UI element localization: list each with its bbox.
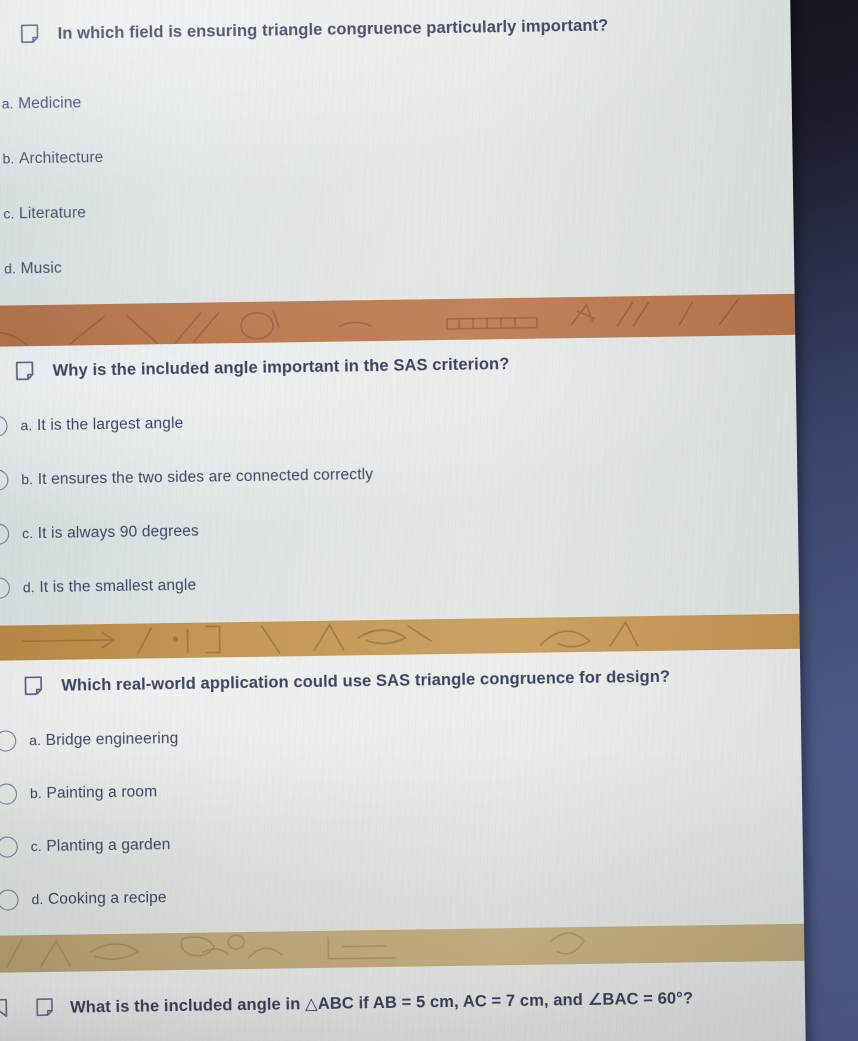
option-label: a. Medicine [1, 93, 82, 112]
radio-button-unselected-icon[interactable] [0, 783, 18, 805]
quiz-screen-surface: In which field is ensuring triangle cong… [0, 0, 807, 1041]
option-label: d. Cooking a recipe [31, 888, 167, 908]
question-3-option-c[interactable]: c. Planting a garden [0, 834, 171, 858]
photo-of-quiz-screen: In which field is ensuring triangle cong… [0, 0, 858, 1041]
radio-button-unselected-icon[interactable] [0, 577, 11, 599]
option-label: a. It is the largest angle [20, 414, 184, 434]
option-label: b. Painting a room [29, 782, 158, 802]
question-1-option-a[interactable]: a. Medicine [0, 92, 82, 115]
question-3-option-d[interactable]: d. Cooking a recipe [0, 887, 167, 911]
option-label: d. Music [4, 259, 62, 277]
question-2-option-d[interactable]: d. It is the smallest angle [0, 575, 196, 599]
option-label: c. It is always 90 degrees [21, 522, 199, 542]
option-label: c. Literature [3, 203, 87, 222]
question-1-option-b[interactable]: b. Architecture [0, 147, 104, 170]
option-label: a. Bridge engineering [29, 729, 179, 749]
option-label: b. It ensures the two sides are connecte… [21, 465, 374, 488]
radio-button-unselected-icon[interactable] [0, 469, 9, 491]
sticky-note-icon[interactable] [23, 675, 43, 702]
radio-button-unselected-icon[interactable] [0, 415, 8, 437]
radio-button-unselected-icon[interactable] [0, 523, 10, 545]
sticky-note-icon[interactable] [15, 360, 35, 387]
bookmark-icon[interactable] [0, 998, 9, 1024]
question-1-option-d[interactable]: d. Music [0, 258, 62, 280]
question-2-option-c[interactable]: c. It is always 90 degrees [0, 521, 199, 545]
question-1-option-c[interactable]: c. Literature [0, 202, 86, 225]
option-label: b. Architecture [2, 148, 104, 167]
radio-button-unselected-icon[interactable] [0, 730, 17, 752]
radio-button-unselected-icon[interactable] [0, 889, 19, 911]
option-label: c. Planting a garden [30, 835, 171, 855]
question-2-option-a[interactable]: a. It is the largest angle [0, 413, 184, 437]
sticky-note-icon[interactable] [20, 23, 40, 50]
option-label: d. It is the smallest angle [22, 576, 197, 596]
radio-button-unselected-icon[interactable] [0, 836, 18, 858]
question-3-option-b[interactable]: b. Painting a room [0, 781, 158, 805]
sticky-note-icon[interactable] [35, 997, 54, 1023]
question-3-option-a[interactable]: a. Bridge engineering [0, 728, 179, 752]
